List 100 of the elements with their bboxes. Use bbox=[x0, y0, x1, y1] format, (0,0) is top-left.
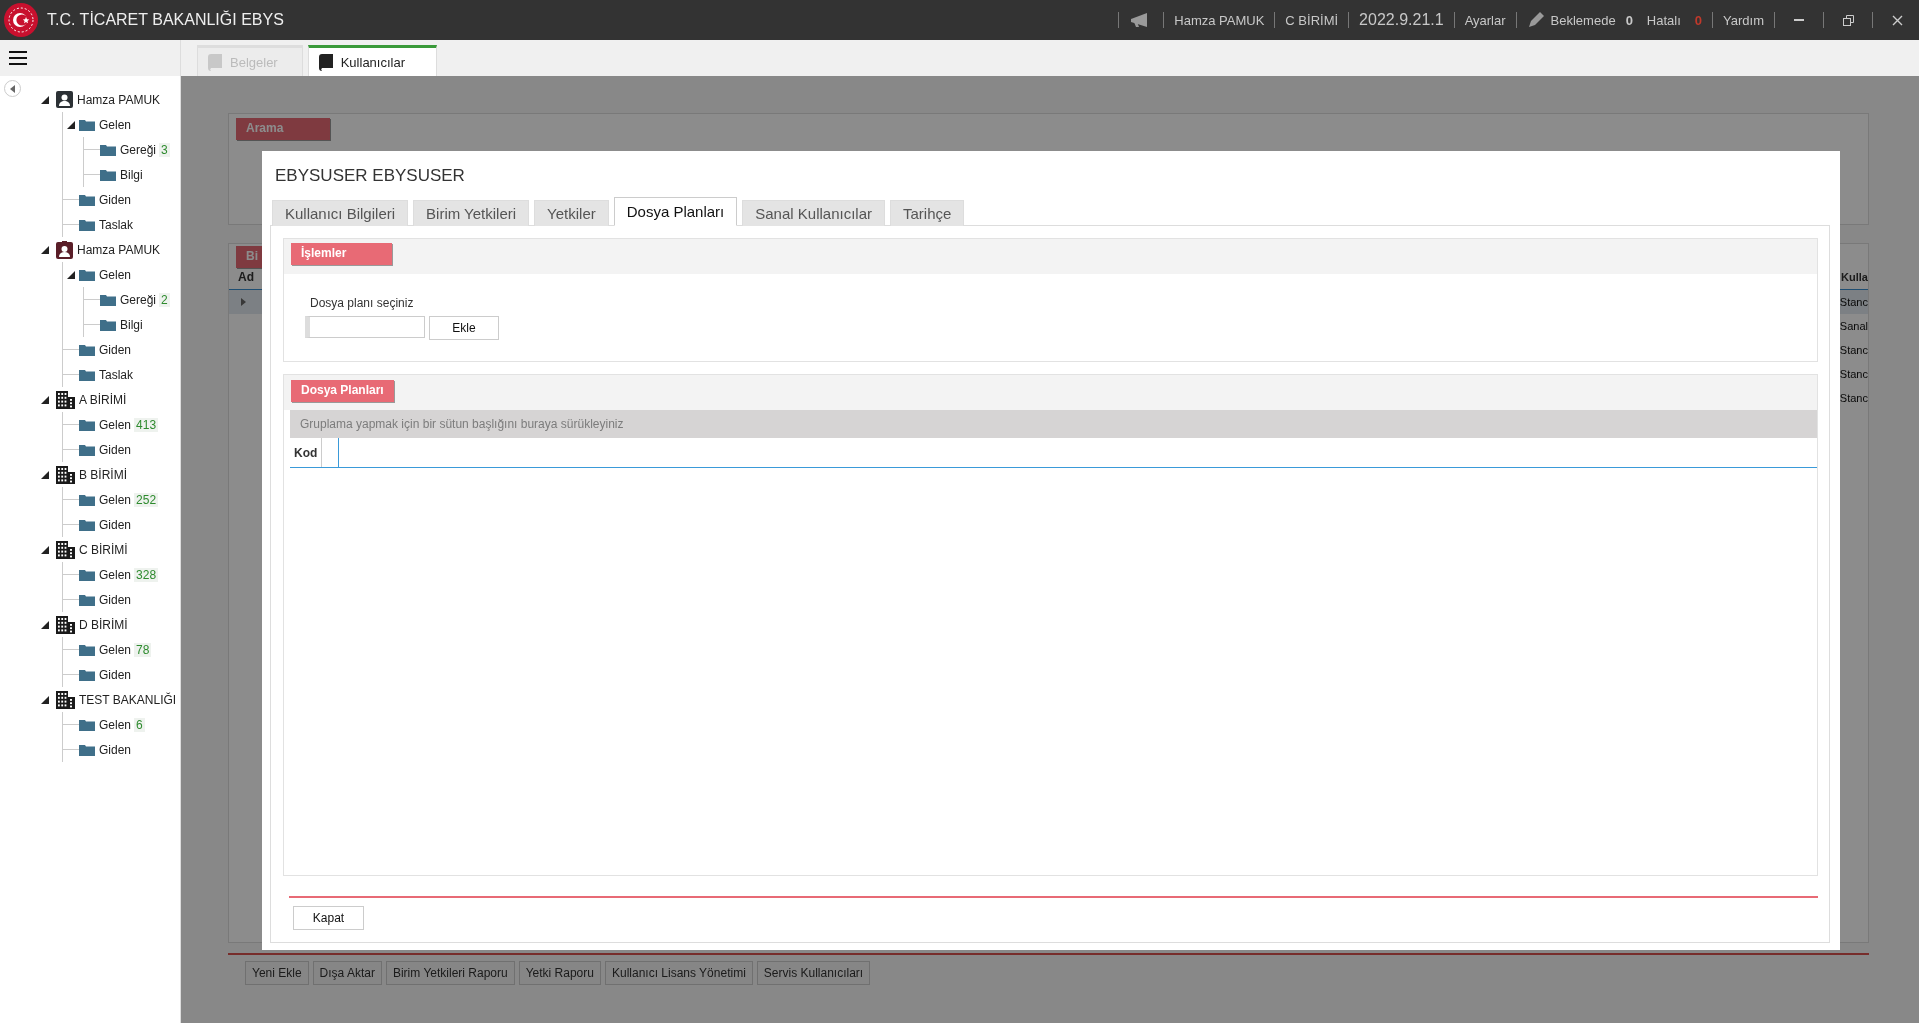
folder-icon bbox=[79, 643, 95, 656]
section-title: Dosya Planları bbox=[291, 380, 394, 402]
collapse-arrow-icon[interactable] bbox=[41, 470, 49, 479]
toolbar-button[interactable]: Servis Kullanıcıları bbox=[756, 961, 871, 985]
tree-item-label[interactable]: Gelen bbox=[99, 492, 132, 507]
tree-item-label[interactable]: Giden bbox=[99, 667, 132, 682]
building-icon bbox=[56, 390, 75, 409]
pending-count: 0 bbox=[1625, 12, 1633, 28]
menu-icon[interactable] bbox=[9, 51, 27, 65]
unit-name: C BİRİMİ bbox=[1285, 12, 1339, 28]
dialog-tab[interactable]: Birim Yetkileri bbox=[413, 200, 530, 226]
folder-icon bbox=[79, 193, 95, 206]
table-cell: Stanc bbox=[1839, 296, 1868, 308]
dialog-tab[interactable]: Dosya Planları bbox=[613, 197, 738, 226]
tree-item-label[interactable]: Taslak bbox=[99, 367, 133, 382]
collapse-arrow-icon[interactable] bbox=[41, 545, 49, 554]
dialog-tab[interactable]: Sanal Kullanıcılar bbox=[742, 200, 885, 226]
collapse-sidebar-button[interactable] bbox=[4, 80, 21, 97]
collapse-arrow-icon[interactable] bbox=[67, 120, 75, 129]
folder-icon bbox=[79, 568, 95, 581]
tree-item-label[interactable]: Giden bbox=[99, 742, 132, 757]
tree-item-label[interactable]: B BİRİMİ bbox=[79, 467, 127, 482]
building-icon bbox=[56, 465, 75, 484]
tree-item-label[interactable]: Gelen bbox=[99, 267, 132, 282]
close-dialog-button[interactable]: Kapat bbox=[293, 906, 364, 930]
toolbar-button[interactable]: Yeni Ekle bbox=[245, 961, 309, 985]
collapse-arrow-icon[interactable] bbox=[41, 395, 49, 404]
tree-item-label[interactable]: Gelen bbox=[99, 642, 132, 657]
folder-icon bbox=[79, 518, 95, 531]
version-label: 2022.9.21.1 bbox=[1359, 11, 1444, 29]
folder-icon bbox=[79, 718, 95, 731]
pen-icon bbox=[1526, 11, 1545, 29]
folder-icon bbox=[79, 743, 95, 756]
collapse-arrow-icon[interactable] bbox=[41, 95, 49, 104]
error-label: Hatalı bbox=[1646, 12, 1681, 28]
folder-icon bbox=[100, 143, 116, 156]
dialog-tab[interactable]: Tarihçe bbox=[890, 200, 965, 226]
count-badge: 328 bbox=[134, 567, 159, 582]
caret-left-icon bbox=[10, 84, 15, 93]
toolbar-button[interactable]: Yetki Raporu bbox=[518, 961, 601, 985]
field-label: Dosya planı seçiniz bbox=[310, 296, 415, 310]
folder-icon bbox=[79, 593, 95, 606]
collapse-arrow-icon[interactable] bbox=[67, 270, 75, 279]
toolbar-button[interactable]: Birim Yetkileri Raporu bbox=[385, 961, 515, 985]
tree-item-label[interactable]: Gereği bbox=[120, 142, 157, 157]
count-badge: 6 bbox=[134, 717, 145, 732]
folder-icon bbox=[79, 418, 95, 431]
group-by-hint: Gruplama yapmak için bir sütun başlığını buraya sürükleyiniz bbox=[300, 417, 624, 431]
dialog-tab[interactable]: Kullanıcı Bilgileri bbox=[272, 200, 409, 226]
tree-item-label[interactable]: Giden bbox=[99, 592, 132, 607]
folder-icon bbox=[100, 168, 116, 181]
tree-item-label[interactable]: Bilgi bbox=[120, 167, 143, 182]
count-badge: 413 bbox=[134, 417, 159, 432]
collapse-arrow-icon[interactable] bbox=[41, 245, 49, 254]
settings-link[interactable]: Ayarlar bbox=[1464, 12, 1506, 28]
collapse-arrow-icon[interactable] bbox=[41, 620, 49, 629]
building-icon bbox=[56, 615, 75, 634]
restore-icon[interactable] bbox=[1842, 14, 1854, 26]
folder-icon bbox=[100, 293, 116, 306]
column-header: Ad bbox=[238, 269, 254, 284]
error-count: 0 bbox=[1694, 12, 1703, 28]
collapse-arrow-icon[interactable] bbox=[41, 695, 49, 704]
document-tab[interactable]: Kullanıcılar bbox=[307, 45, 437, 76]
tree-item-label[interactable]: Bilgi bbox=[120, 317, 143, 332]
tree-item-label[interactable]: Giden bbox=[99, 442, 132, 457]
file-plan-field[interactable] bbox=[305, 316, 425, 338]
emblem-logo bbox=[3, 2, 39, 38]
tree-item-label[interactable]: Hamza PAMUK bbox=[77, 242, 161, 257]
toolbar-button[interactable]: Dışa Aktar bbox=[312, 961, 382, 985]
help-link[interactable]: Yardım bbox=[1723, 12, 1764, 28]
tree-item-label[interactable]: Hamza PAMUK bbox=[77, 92, 161, 107]
user-icon bbox=[56, 91, 73, 108]
tree-item-label[interactable]: Gelen bbox=[99, 717, 132, 732]
user-name: Hamza PAMUK bbox=[1174, 12, 1265, 28]
tree-item-label[interactable]: TEST BAKANLIĞI bbox=[79, 692, 177, 707]
folder-icon bbox=[79, 493, 95, 506]
count-badge: 2 bbox=[159, 292, 170, 307]
tree-item-label[interactable]: Taslak bbox=[99, 217, 133, 232]
count-badge: 78 bbox=[134, 642, 152, 657]
tree-item-label[interactable]: A BİRİMİ bbox=[79, 392, 127, 407]
close-icon[interactable] bbox=[1891, 14, 1903, 26]
tree-item-label[interactable]: Gelen bbox=[99, 117, 132, 132]
tree-item-label[interactable]: D BİRİMİ bbox=[79, 617, 128, 632]
tree-item-label[interactable]: Giden bbox=[99, 517, 132, 532]
add-button[interactable]: Ekle bbox=[429, 316, 499, 340]
table-cell: Sanal bbox=[1839, 320, 1868, 332]
tree-item-label[interactable]: Gelen bbox=[99, 417, 132, 432]
folder-icon bbox=[79, 218, 95, 231]
folder-icon bbox=[79, 268, 95, 281]
toolbar-button[interactable]: Kullanıcı Lisans Yönetimi bbox=[604, 961, 753, 985]
expand-arrow-icon[interactable] bbox=[241, 298, 246, 306]
tree-item-label[interactable]: Gelen bbox=[99, 567, 132, 582]
pending-label: Beklemede bbox=[1550, 12, 1616, 28]
column-header[interactable]: Kod bbox=[294, 445, 318, 460]
dialog-tab[interactable]: Yetkiler bbox=[534, 200, 609, 226]
tree-item-label[interactable]: C BİRİMİ bbox=[79, 542, 128, 557]
tree-item-label[interactable]: Giden bbox=[99, 192, 132, 207]
tree-item-label[interactable]: Giden bbox=[99, 342, 132, 357]
tree-item-label[interactable]: Gereği bbox=[120, 292, 157, 307]
column-header: Kulla bbox=[1841, 270, 1868, 283]
